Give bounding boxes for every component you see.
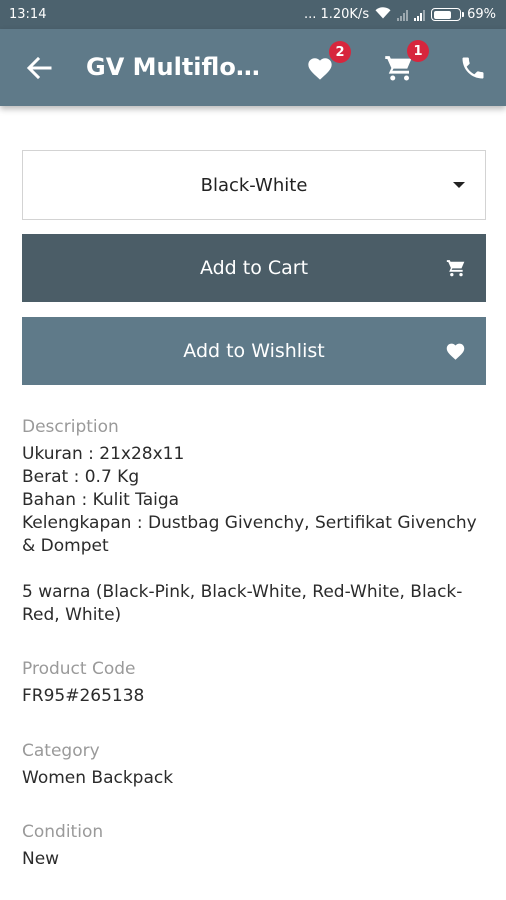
category-value: Women Backpack bbox=[22, 768, 174, 788]
condition-value: New bbox=[22, 849, 60, 869]
description-line: Ukuran : 21x28x11 bbox=[22, 444, 185, 464]
add-to-cart-button[interactable]: Add to Cart bbox=[22, 234, 486, 302]
status-time: 13:14 bbox=[9, 7, 47, 22]
wishlist-button[interactable] bbox=[306, 55, 334, 85]
add-to-cart-label: Add to Cart bbox=[199, 257, 309, 279]
app-bar: GV Multiflow... 2 1 bbox=[0, 29, 506, 106]
product-code-label: Product Code bbox=[22, 659, 136, 679]
description-body: Ukuran : 21x28x11 Berat : 0.7 Kg Bahan :… bbox=[22, 443, 484, 627]
signal-icon-2 bbox=[414, 9, 426, 21]
page-title: GV Multiflow... bbox=[86, 53, 272, 81]
description-line: & Dompet bbox=[22, 536, 109, 556]
heart-icon bbox=[445, 341, 466, 366]
variant-select[interactable]: Black-White bbox=[22, 150, 486, 220]
wishlist-count-badge: 2 bbox=[329, 41, 351, 63]
description-line: Kelengkapan : Dustbag Givenchy, Sertifik… bbox=[22, 513, 477, 533]
cart-count-badge: 1 bbox=[407, 40, 429, 62]
product-code-value: FR95#265138 bbox=[22, 686, 145, 706]
battery-icon bbox=[431, 8, 465, 21]
status-indicators: ... 1.20K/s 69% bbox=[303, 6, 496, 23]
back-arrow-icon[interactable] bbox=[26, 56, 52, 80]
phone-icon[interactable] bbox=[459, 54, 487, 86]
heart-icon bbox=[308, 58, 332, 80]
description-line: Red, White) bbox=[22, 605, 122, 625]
variant-selected-value: Black-White bbox=[200, 174, 308, 196]
wifi-icon bbox=[375, 6, 391, 23]
network-speed: ... 1.20K/s bbox=[303, 7, 370, 22]
dropdown-caret-icon bbox=[453, 182, 465, 188]
description-label: Description bbox=[22, 417, 119, 437]
status-bar: 13:14 ... 1.20K/s 69% bbox=[0, 0, 506, 29]
battery-percent: 69% bbox=[467, 7, 496, 22]
add-to-wishlist-button[interactable]: Add to Wishlist bbox=[22, 317, 486, 385]
description-line: Berat : 0.7 Kg bbox=[22, 467, 140, 487]
battery-level bbox=[433, 10, 451, 19]
description-line: Bahan : Kulit Taiga bbox=[22, 490, 180, 510]
description-line: 5 warna (Black-Pink, Black-White, Red-Wh… bbox=[22, 582, 463, 602]
add-to-wishlist-label: Add to Wishlist bbox=[183, 340, 325, 362]
description-line bbox=[22, 558, 484, 581]
condition-label: Condition bbox=[22, 822, 104, 842]
signal-icon bbox=[397, 9, 409, 21]
category-label: Category bbox=[22, 741, 100, 761]
cart-icon bbox=[446, 258, 466, 283]
